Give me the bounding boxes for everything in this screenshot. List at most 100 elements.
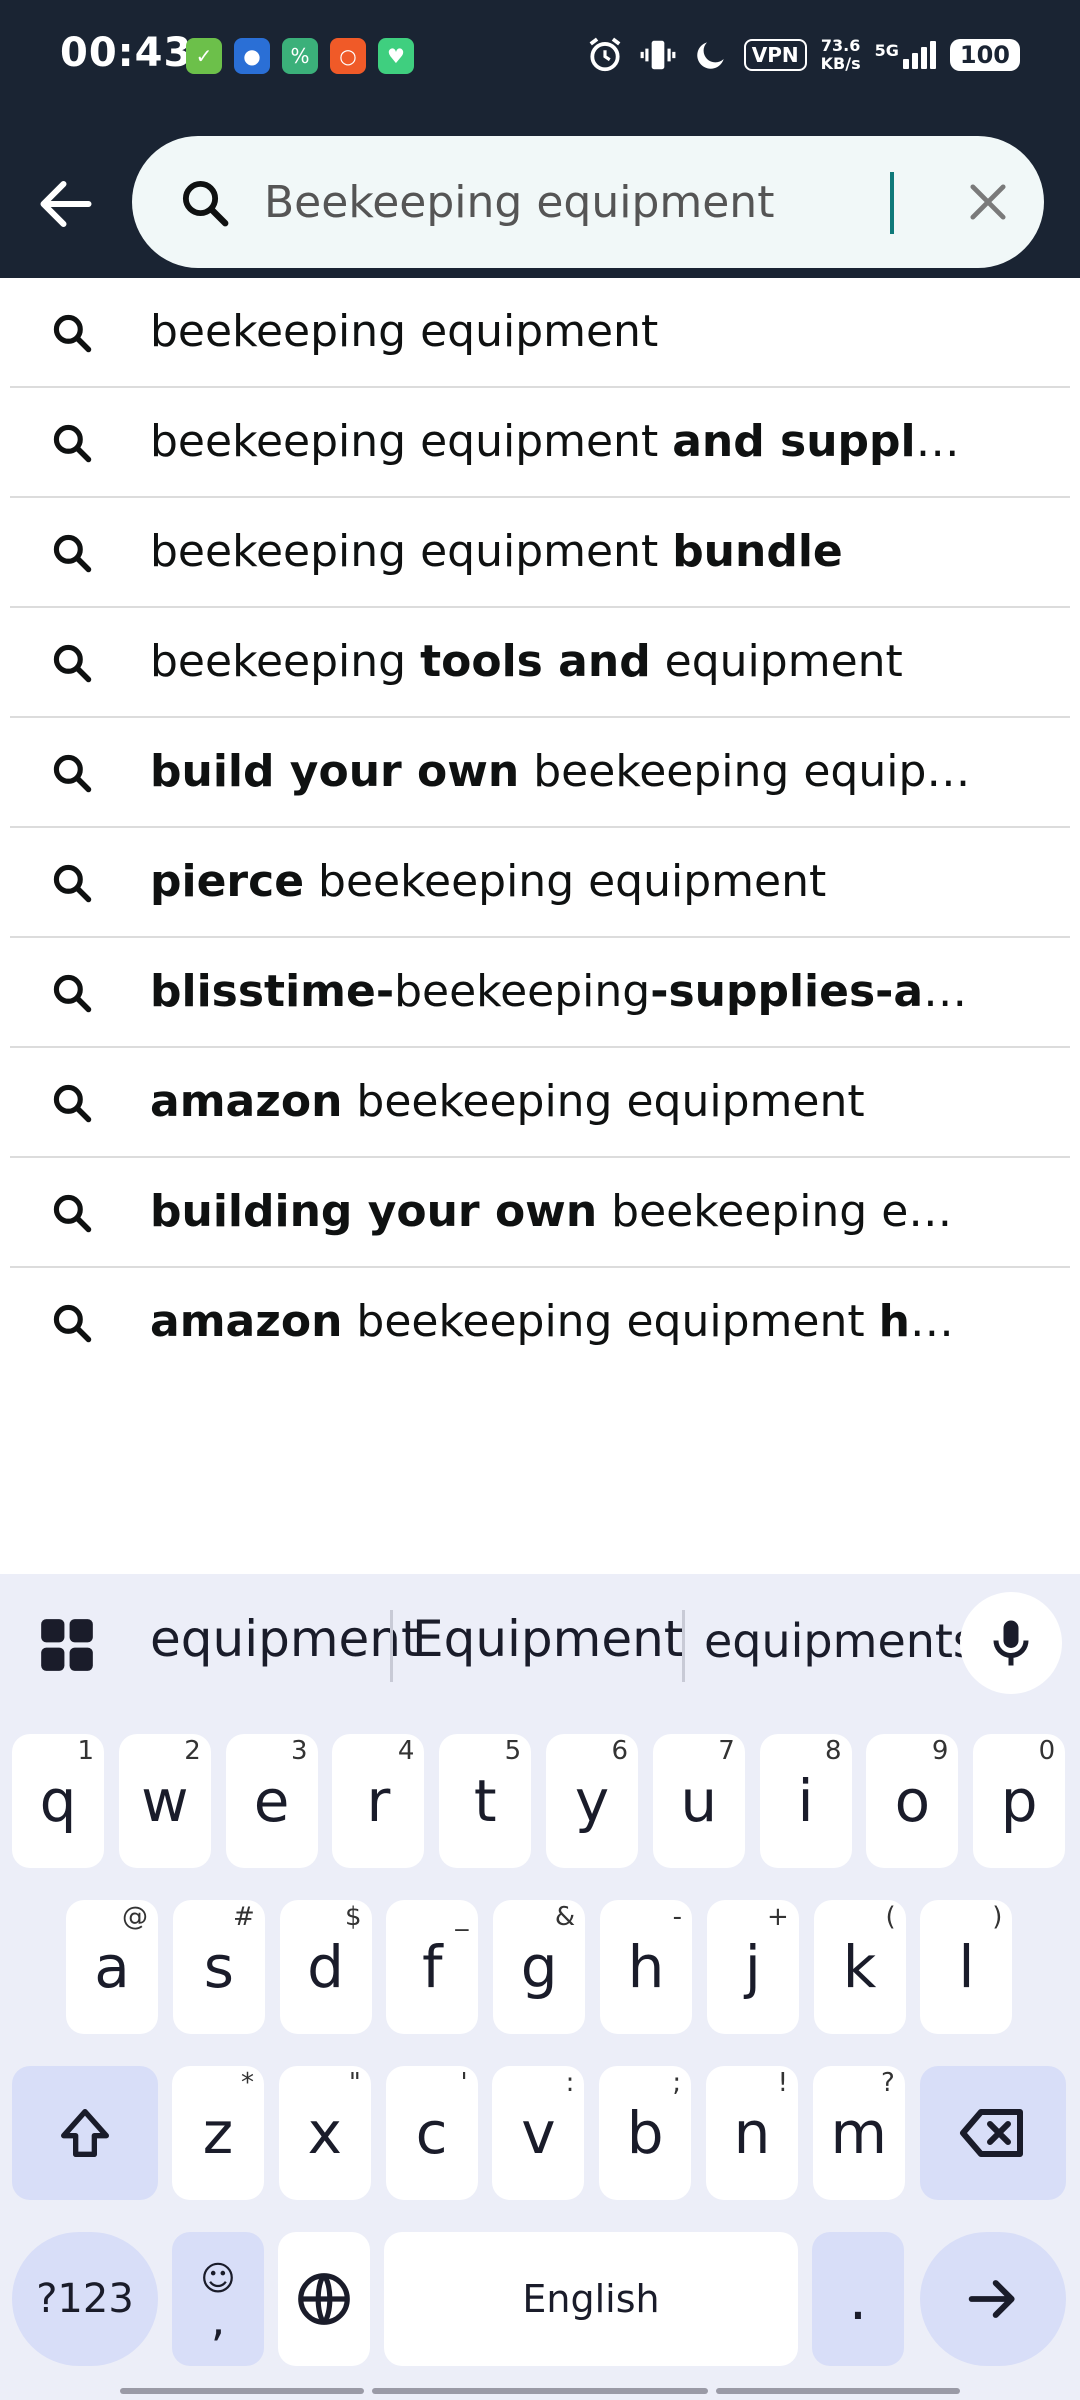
search-bar[interactable] [132, 136, 1044, 268]
key-c[interactable]: c ' [385, 2066, 478, 2200]
key-label: h [627, 1933, 665, 2001]
key-z[interactable]: z * [172, 2066, 264, 2200]
vibrate-icon [640, 40, 676, 70]
key-u[interactable]: u7 [652, 1734, 745, 1868]
key-label: f [422, 1933, 443, 2001]
suggestion-item[interactable]: beekeeping equipment bundle [10, 498, 1070, 608]
suggestion-text: build your own beekeeping equip… [150, 746, 970, 797]
key-secondary-label: 9 [931, 1736, 949, 1766]
key-k[interactable]: k( [813, 1900, 906, 2034]
key-a[interactable]: a @ [66, 1900, 158, 2034]
key-secondary-label: $ [345, 1902, 362, 1932]
suggestion-item[interactable]: amazon beekeeping equipment h… [10, 1268, 1070, 1378]
key-label: v [521, 2099, 556, 2167]
search-input[interactable] [264, 164, 904, 240]
search-icon [182, 180, 229, 227]
key-label: x [307, 2099, 342, 2167]
suggestion-fragment: equipment [650, 636, 903, 687]
key-n[interactable]: n! [706, 2066, 798, 2200]
suggestion-highlight: h [878, 1296, 910, 1347]
key-s[interactable]: s # [172, 1900, 265, 2034]
key-label: o [894, 1767, 931, 1835]
keyboard-menu-icon[interactable] [36, 1614, 98, 1676]
search-icon [53, 864, 92, 903]
microphone-button[interactable] [960, 1592, 1062, 1694]
suggestion-fragment: … [915, 416, 960, 467]
key-b[interactable]: b; [599, 2066, 692, 2200]
key-l[interactable]: l) [920, 1900, 1013, 2034]
shift-key[interactable] [12, 2066, 158, 2200]
prediction-1[interactable]: equipment [150, 1610, 421, 1668]
go-key[interactable] [920, 2232, 1066, 2366]
key-secondary-label: * [241, 2068, 254, 2098]
key-p[interactable]: p0 [973, 1734, 1066, 1868]
symbols-key[interactable]: ?123 [12, 2232, 158, 2366]
key-g[interactable]: g & [493, 1900, 586, 2034]
suggestion-text: building your own beekeeping e… [150, 1186, 952, 1237]
key-secondary-label: @ [122, 1902, 148, 1932]
alarm-icon [589, 37, 621, 72]
key-j[interactable]: j + [706, 1900, 799, 2034]
prediction-bar: equipment Equipment equipments [0, 1574, 1080, 1714]
space-key[interactable]: English [384, 2232, 798, 2366]
heart-app-icon: ♥ [378, 38, 414, 74]
key-f[interactable]: f _ [386, 1900, 479, 2034]
suggestion-item[interactable]: amazon beekeeping equipment [10, 1048, 1070, 1158]
key-secondary-label: ' [460, 2068, 468, 2098]
shift-icon [61, 2109, 109, 2157]
key-label: k [842, 1933, 877, 2001]
key-secondary-label: 3 [291, 1736, 308, 1766]
key-o[interactable]: o9 [866, 1734, 959, 1868]
key-v[interactable]: v: [492, 2066, 585, 2200]
suggestion-text: beekeeping equipment and suppl… [150, 416, 960, 467]
key-i[interactable]: i8 [759, 1734, 852, 1868]
period-key[interactable]: . [812, 2232, 904, 2366]
prediction-3[interactable]: equipments [704, 1614, 977, 1668]
key-label: d [307, 1933, 344, 2001]
calculator-app-icon: % [282, 38, 318, 74]
key-secondary-label: ) [992, 1902, 1003, 1932]
suggestion-text: beekeeping tools and equipment [150, 636, 903, 687]
key-label: l [958, 1933, 975, 2001]
suggestion-item[interactable]: building your own beekeeping e… [10, 1158, 1070, 1268]
suggestion-item[interactable]: beekeeping tools and equipment [10, 608, 1070, 718]
nav-bar-segment [716, 2388, 960, 2394]
key-y[interactable]: y6 [546, 1734, 638, 1868]
suggestion-fragment: beekeeping equipment [342, 1076, 865, 1127]
keyboard: equipment Equipment equipments q1w2e3r4t… [0, 1574, 1080, 2400]
search-icon [53, 754, 92, 793]
language-key[interactable] [278, 2232, 370, 2366]
suggestion-item[interactable]: build your own beekeeping equip… [10, 718, 1070, 828]
key-w[interactable]: w2 [118, 1734, 211, 1868]
back-arrow-icon[interactable] [36, 174, 96, 234]
suggestion-highlight: bundle [672, 526, 843, 577]
status-time: 00:43 [60, 30, 193, 76]
suggestion-item[interactable]: beekeeping equipment and suppl… [10, 388, 1070, 498]
key-h[interactable]: h- [600, 1900, 692, 2034]
key-x[interactable]: x " [278, 2066, 371, 2200]
backspace-key[interactable] [920, 2066, 1066, 2200]
suggestion-item[interactable]: blisstime-beekeeping-supplies-a… [10, 938, 1070, 1048]
suggestion-item[interactable]: beekeeping equipment [10, 278, 1070, 388]
key-label: English [522, 2277, 660, 2321]
emoji-comma-key[interactable]: ☺, [172, 2232, 264, 2366]
suggestion-fragment: beekeeping equipment [150, 306, 659, 357]
key-m[interactable]: m? [812, 2066, 905, 2200]
prediction-2[interactable]: Equipment [412, 1610, 683, 1668]
suggestion-item[interactable]: pierce beekeeping equipment [10, 828, 1070, 938]
suggestion-text: beekeeping equipment bundle [150, 526, 843, 577]
key-label: m [830, 2099, 888, 2167]
key-e[interactable]: e3 [225, 1734, 318, 1868]
network-type: 5G [874, 41, 899, 60]
key-r[interactable]: r4 [332, 1734, 425, 1868]
key-secondary-label: 8 [825, 1736, 842, 1766]
suggestion-text: pierce beekeeping equipment [150, 856, 826, 907]
key-secondary-label: 1 [77, 1736, 94, 1766]
prediction-divider [390, 1610, 393, 1682]
key-q[interactable]: q1 [12, 1734, 104, 1868]
key-d[interactable]: d $ [279, 1900, 372, 2034]
nav-bar-segment [372, 2388, 708, 2394]
clear-icon[interactable] [962, 176, 1014, 228]
key-t[interactable]: t5 [439, 1734, 532, 1868]
suggestion-highlight: tools and [420, 636, 651, 687]
